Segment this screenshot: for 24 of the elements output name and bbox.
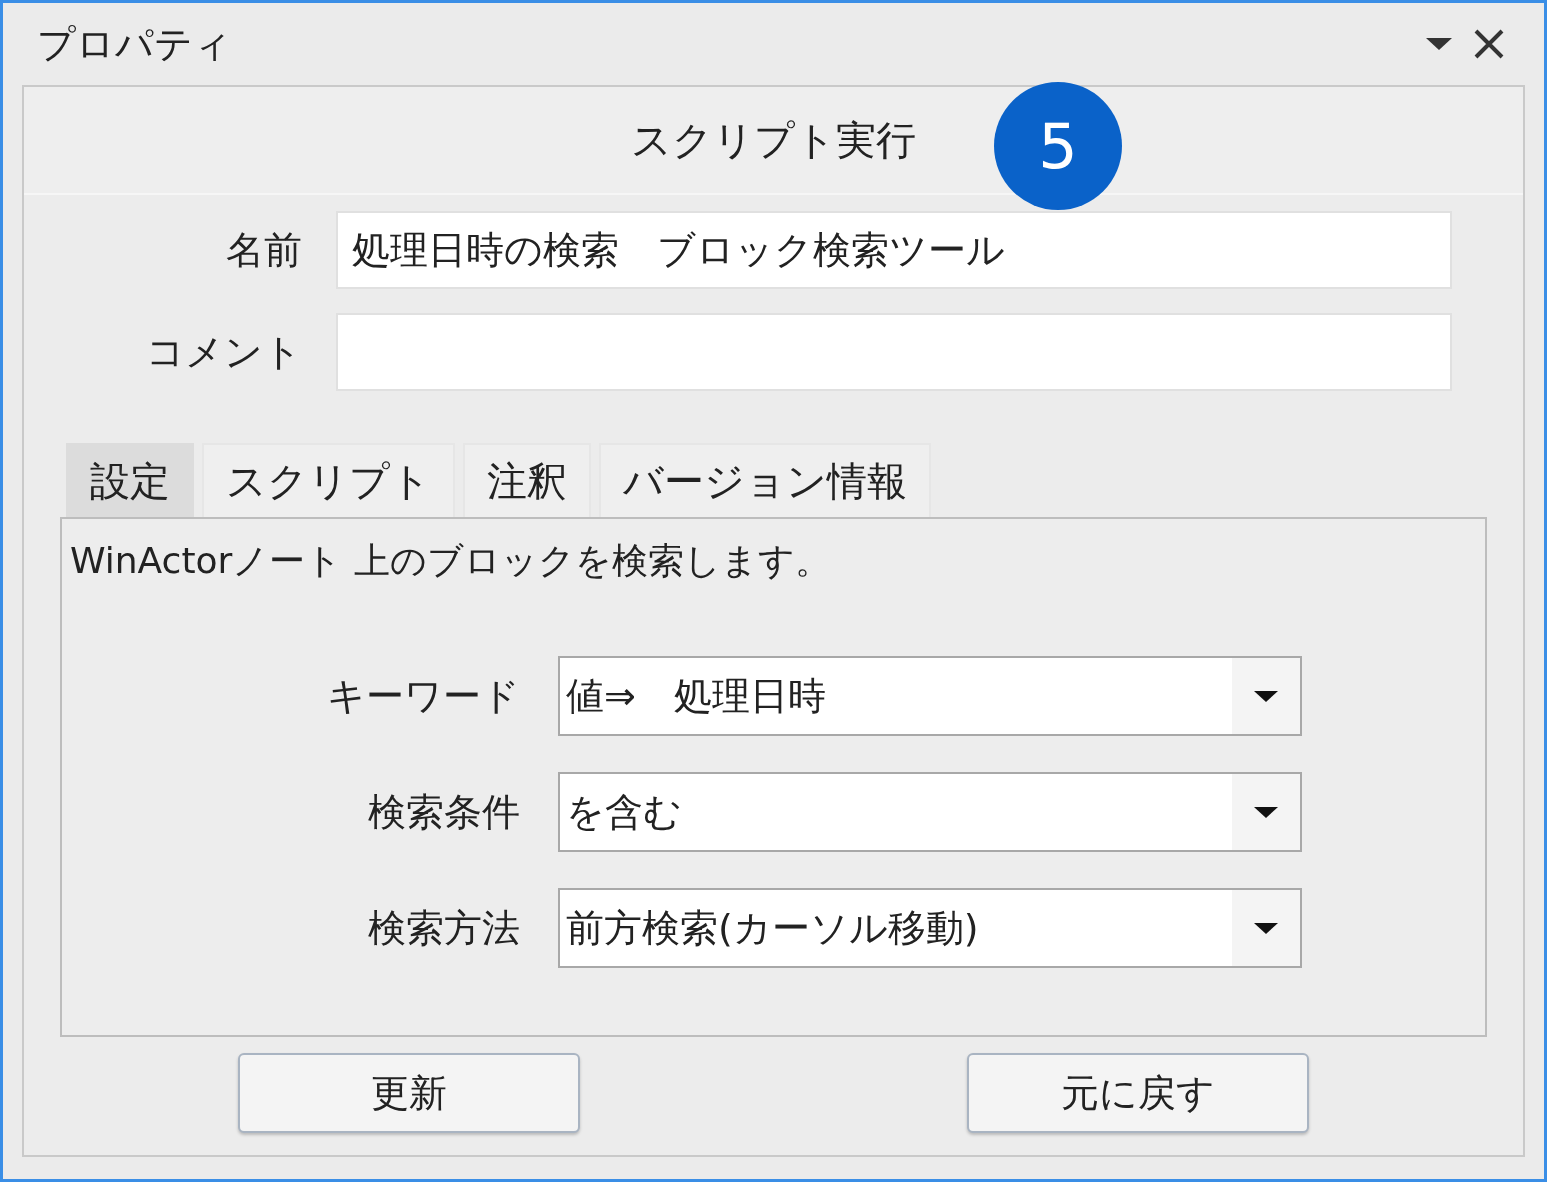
text-field[interactable] bbox=[336, 313, 1452, 391]
action-button[interactable]: 更新 bbox=[238, 1053, 580, 1133]
setting-label: キーワード bbox=[326, 672, 520, 720]
close-icon[interactable] bbox=[1472, 27, 1506, 61]
field-label: 名前 bbox=[225, 226, 302, 274]
caret-icon bbox=[1253, 920, 1279, 936]
window-title: プロパティ bbox=[37, 20, 232, 68]
setting-label: 検索条件 bbox=[367, 788, 520, 836]
caret-icon bbox=[1253, 688, 1279, 704]
field-label: コメント bbox=[145, 328, 302, 376]
text-field[interactable]: 処理日時の検索 ブロック検索ツール bbox=[336, 211, 1452, 289]
action-button[interactable]: 元に戻す bbox=[967, 1053, 1309, 1133]
setting-label: 検索方法 bbox=[367, 904, 520, 952]
dropdown-field[interactable]: を含む bbox=[558, 772, 1302, 852]
tab[interactable]: バージョン情報 bbox=[599, 443, 931, 517]
tab[interactable]: 設定 bbox=[66, 443, 194, 517]
dropdown-field[interactable]: 前方検索(カーソル移動) bbox=[558, 888, 1302, 968]
step-badge: 5 bbox=[994, 82, 1122, 210]
description-text: WinActorノート 上のブロックを検索します。 bbox=[70, 539, 832, 583]
tab[interactable]: スクリプト bbox=[202, 443, 455, 517]
panel-title: スクリプト実行 bbox=[631, 115, 916, 165]
dropdown-field[interactable]: 値⇒ 処理日時 bbox=[558, 656, 1302, 736]
tab[interactable]: 注釈 bbox=[463, 443, 591, 517]
caret-icon bbox=[1253, 804, 1279, 820]
